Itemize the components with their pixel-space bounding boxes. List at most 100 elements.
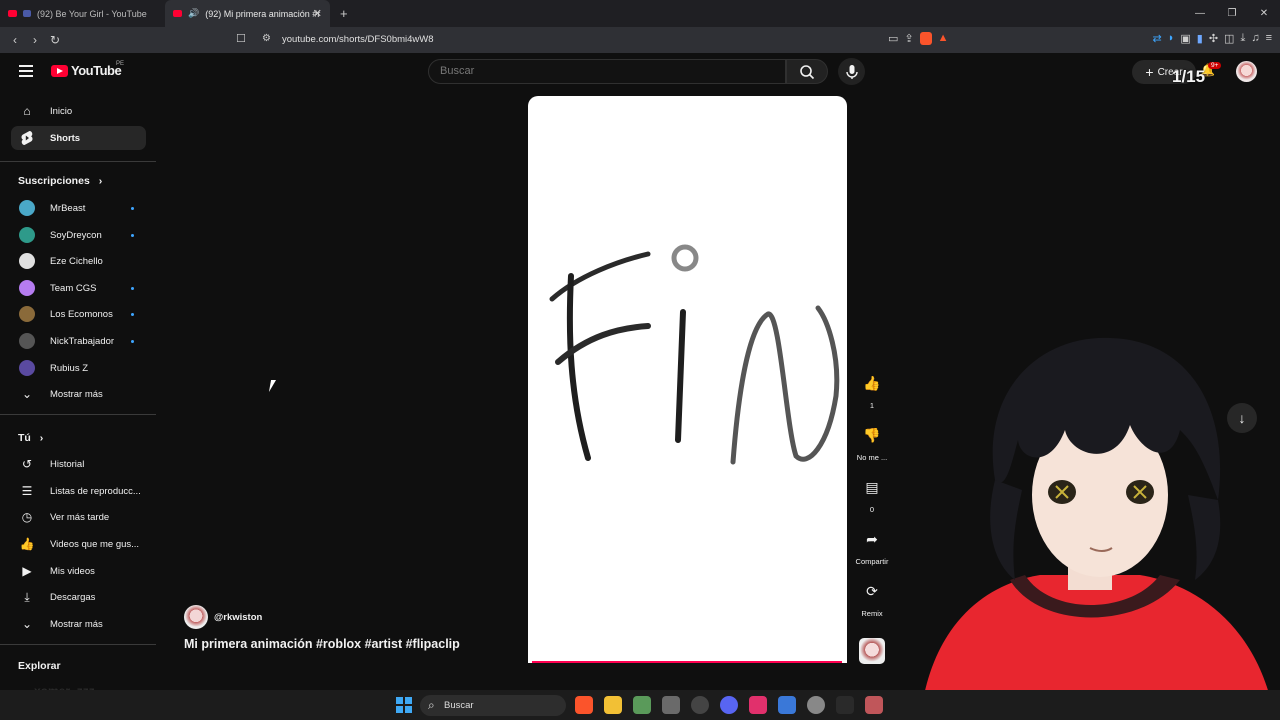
- sidebar-item-historial[interactable]: ↺ Historial: [11, 452, 146, 476]
- discord-icon[interactable]: [720, 696, 738, 714]
- share-label: Compartir: [855, 557, 889, 566]
- bookmark-icon[interactable]: ☐: [236, 32, 246, 45]
- sidebar-item-label: Videos que me gus...: [50, 538, 140, 550]
- sidebar-item-liked-videos[interactable]: 👍 Videos que me gus...: [11, 532, 146, 556]
- window-controls: — ❐ ✕: [1184, 0, 1280, 27]
- new-tab-button[interactable]: +: [340, 6, 348, 21]
- site-info-icon[interactable]: ⚙: [262, 33, 271, 44]
- close-tab-icon[interactable]: ✕: [313, 7, 322, 20]
- shorts-icon: [19, 130, 35, 146]
- channel-avatar[interactable]: [184, 605, 208, 629]
- sidebar-item-los-ecomonos[interactable]: Los Ecomonos: [11, 302, 146, 326]
- back-icon[interactable]: ‹: [5, 33, 25, 47]
- short-channel[interactable]: @rkwiston: [184, 605, 262, 629]
- extensions-bar: ⇄ ◗ ▣ ▮ ✣ ◫ ⤓ ♫ ≡: [1152, 32, 1272, 45]
- windows-start-icon[interactable]: [396, 697, 412, 713]
- close-window-button[interactable]: ✕: [1248, 0, 1280, 27]
- media-icon[interactable]: ♫: [1251, 32, 1259, 45]
- extension-icon[interactable]: ▣: [1180, 32, 1190, 45]
- restore-button[interactable]: ❐: [1216, 0, 1248, 27]
- notepad-icon[interactable]: [778, 696, 796, 714]
- settings-icon[interactable]: [807, 696, 825, 714]
- sidebar-item-watch-later[interactable]: ◷ Ver más tarde: [11, 505, 146, 529]
- app-icon[interactable]: [662, 696, 680, 714]
- translate-icon[interactable]: ⇄: [1152, 32, 1161, 45]
- sidebar-item-team-cgs[interactable]: Team CGS: [11, 276, 146, 300]
- subscriptions-heading[interactable]: Suscripciones ›: [18, 175, 102, 187]
- browser-tab[interactable]: (92) Be Your Girl - YouTube: [0, 0, 165, 27]
- my-videos-icon: ▶: [22, 564, 32, 578]
- menu-icon[interactable]: ≡: [1266, 32, 1272, 45]
- microphone-icon: [845, 65, 858, 79]
- plus-icon: +: [1145, 64, 1154, 80]
- app-icon[interactable]: [836, 696, 854, 714]
- share-icon[interactable]: ⇪: [904, 32, 913, 45]
- file-explorer-icon[interactable]: [604, 696, 622, 714]
- download-icon[interactable]: ⤓: [1240, 32, 1245, 45]
- extension-icon[interactable]: ◗: [1168, 32, 1175, 45]
- thumbs-down-icon: 👎: [863, 426, 881, 443]
- extension-icon[interactable]: ▮: [1197, 32, 1203, 45]
- divider: [0, 644, 156, 645]
- brave-shields-icon[interactable]: [919, 32, 932, 45]
- brave-rewards-icon[interactable]: ▲: [938, 32, 949, 45]
- show-more-subscriptions[interactable]: ⌄ Mostrar más: [11, 382, 146, 406]
- chevron-down-icon: ⌄: [21, 387, 33, 401]
- channel-handle[interactable]: @rkwiston: [214, 612, 262, 623]
- search-button[interactable]: [786, 59, 828, 84]
- sidebar-item-eze-cichello[interactable]: Eze Cichello: [11, 249, 146, 273]
- search-input[interactable]: Buscar: [428, 59, 786, 84]
- cast-icon[interactable]: ▭: [888, 32, 898, 45]
- dislike-button[interactable]: 👎: [857, 420, 887, 450]
- sidebar-item-mrbeast[interactable]: MrBeast: [11, 196, 146, 220]
- app-icon[interactable]: [633, 696, 651, 714]
- comment-action: ▤ 0: [854, 472, 890, 515]
- voice-search-button[interactable]: [838, 58, 865, 85]
- puzzle-icon[interactable]: ✣: [1209, 32, 1218, 45]
- channel-avatar: [19, 360, 35, 376]
- sidebar-item-inicio[interactable]: ⌂ Inicio: [11, 99, 146, 123]
- sub-favicon-icon: [23, 10, 31, 17]
- remix-button[interactable]: ⟳: [857, 576, 887, 606]
- notification-badge: 9+: [1208, 62, 1222, 69]
- show-more-you[interactable]: ⌄ Mostrar más: [11, 612, 146, 636]
- comments-button[interactable]: ▤: [857, 472, 887, 502]
- youtube-favicon-icon: [173, 10, 182, 17]
- thumbs-up-icon: 👍: [19, 537, 35, 551]
- youtube-logo[interactable]: YouTube PE: [51, 61, 124, 78]
- channel-avatar: [19, 200, 35, 216]
- minimize-button[interactable]: —: [1184, 0, 1216, 27]
- browser-tab-active[interactable]: 🔊 (92) Mi primera animación #r ✕: [165, 0, 330, 27]
- sidebar-item-soydreycon[interactable]: SoyDreycon: [11, 223, 146, 247]
- you-title: Tú: [18, 432, 31, 444]
- url-field[interactable]: youtube.com/shorts/DFS0bmi4wW8: [282, 34, 434, 45]
- share-button[interactable]: ➦: [857, 524, 887, 554]
- like-button[interactable]: 👍: [857, 368, 887, 398]
- thumbs-up-icon: 👍: [863, 374, 881, 391]
- logo-text: YouTube: [71, 63, 122, 78]
- reload-icon[interactable]: ↻: [45, 33, 65, 47]
- tiktok-icon[interactable]: [749, 696, 767, 714]
- sidebar-item-playlists[interactable]: ☰ Listas de reproducc...: [11, 479, 146, 503]
- forward-icon[interactable]: ›: [25, 33, 45, 47]
- menu-icon[interactable]: [19, 65, 33, 80]
- brave-app-icon[interactable]: [575, 696, 593, 714]
- vtuber-avatar-overlay: [920, 337, 1275, 720]
- taskbar-search[interactable]: Buscar: [420, 695, 566, 716]
- sidebar-item-nicktrabajador[interactable]: NickTrabajador: [11, 329, 146, 353]
- account-avatar[interactable]: [1236, 61, 1257, 82]
- sidebar-item-shorts[interactable]: Shorts: [11, 126, 146, 150]
- sidebar-item-my-videos[interactable]: ▶ Mis videos: [11, 559, 146, 583]
- video-progress-bar[interactable]: [532, 661, 842, 663]
- obs-icon[interactable]: [691, 696, 709, 714]
- you-heading[interactable]: Tú ›: [18, 432, 43, 444]
- sidebar-icon[interactable]: ◫: [1224, 32, 1234, 45]
- channel-name: NickTrabajador: [50, 335, 115, 347]
- app-icon[interactable]: [865, 696, 883, 714]
- sidebar-item-rubius-z[interactable]: Rubius Z: [11, 356, 146, 380]
- channel-name: MrBeast: [50, 202, 86, 214]
- sidebar-item-downloads[interactable]: ⤓ Descargas: [11, 585, 146, 609]
- divider: [0, 414, 156, 415]
- sound-thumbnail[interactable]: [859, 638, 885, 664]
- short-video-player[interactable]: [528, 96, 847, 663]
